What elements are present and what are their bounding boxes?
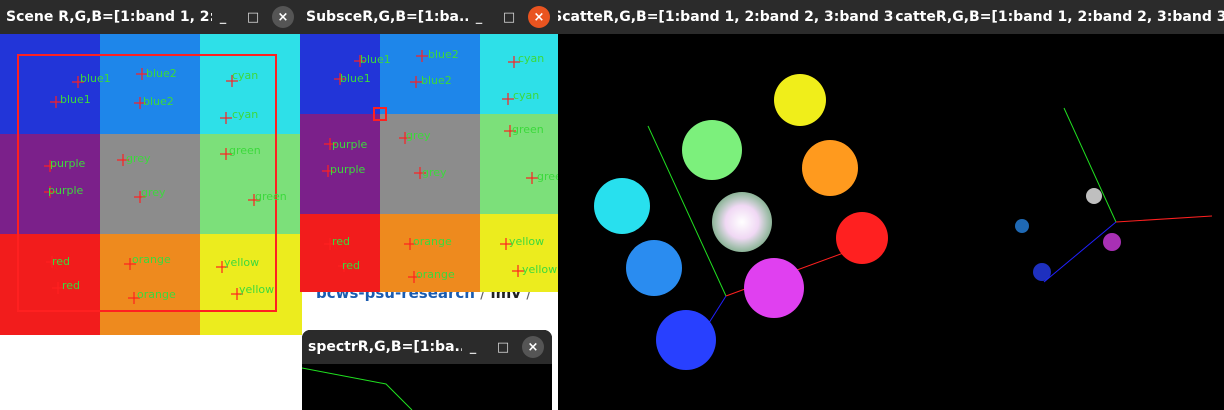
minimize-button[interactable]: _ <box>212 6 234 28</box>
axis-blue <box>1043 221 1117 283</box>
class-label: red <box>332 235 350 248</box>
class-label: orange <box>416 268 455 281</box>
class-label: red <box>52 255 70 268</box>
subscene-titlebar[interactable]: SubsceR,G,B=[1:ba... _ □ × <box>300 0 558 34</box>
class-label: blue1 <box>340 72 371 85</box>
cluster-red <box>836 212 888 264</box>
scatter1-window-title: ScatteR,G,B=[1:band 1, 2:band 2, 3:band … <box>558 9 894 25</box>
cluster-blue1 <box>656 310 716 370</box>
spectrum-titlebar[interactable]: spectrR,G,B=[1:ba... _ □ × <box>302 330 552 364</box>
spectrum-window-title: spectrR,G,B=[1:ba... <box>308 339 462 355</box>
background-page: bcws-psu-research / imv / <box>300 284 556 330</box>
maximize-button[interactable]: □ <box>498 6 520 28</box>
cluster-orange <box>802 140 858 196</box>
class-label: cyan <box>232 108 258 121</box>
class-label: blue2 <box>146 67 177 80</box>
close-button[interactable]: × <box>272 6 294 28</box>
scatter-plot-2[interactable] <box>894 34 1224 410</box>
class-label: orange <box>132 253 171 266</box>
subscene-image[interactable]: blue1 blue2 blue1 blue2 cyan cyan purple grey gr… <box>300 34 558 292</box>
class-label: yellow <box>522 263 557 276</box>
class-label: grey <box>141 186 166 199</box>
class-label: green <box>512 123 544 136</box>
maximize-button[interactable]: □ <box>492 336 514 358</box>
class-label: purple <box>332 138 368 151</box>
cluster-purple <box>1103 233 1121 251</box>
scatter1-titlebar[interactable]: ScatteR,G,B=[1:band 1, 2:band 2, 3:band … <box>558 0 894 34</box>
patch-grey <box>100 134 200 234</box>
class-label: orange <box>413 235 452 248</box>
class-label: yellow <box>224 256 259 269</box>
subscene-window-title: SubsceR,G,B=[1:ba... <box>306 9 468 25</box>
scatter2-window-title: ScatteR,G,B=[1:band 1, 2:band 2, 3:band … <box>894 9 1224 25</box>
class-label: green <box>229 144 261 157</box>
patch-blue2 <box>100 34 200 134</box>
subscene-window: SubsceR,G,B=[1:ba... _ □ × blue1 blue2 blu… <box>300 0 558 292</box>
class-label: grey <box>406 129 431 142</box>
class-label: red <box>342 259 360 272</box>
patch-red <box>300 214 380 292</box>
cluster-cyan <box>594 178 650 234</box>
class-label: cyan <box>518 52 544 65</box>
class-label: cyan <box>232 69 258 82</box>
class-label: yellow <box>239 283 274 296</box>
cluster-grey <box>712 192 772 252</box>
scene-window: Scene R,G,B=[1:band 1, 2:... _ □ × blue1… <box>0 0 302 335</box>
maximize-button[interactable]: □ <box>242 6 264 28</box>
cluster-blue2 <box>626 240 682 296</box>
minimize-button[interactable]: _ <box>468 6 490 28</box>
cluster-grey <box>1086 188 1102 204</box>
class-label: green <box>255 190 287 203</box>
scene-window-title: Scene R,G,B=[1:band 1, 2:... <box>6 9 212 25</box>
class-label: cyan <box>513 89 539 102</box>
axis-red <box>1115 215 1213 223</box>
scene-titlebar[interactable]: Scene R,G,B=[1:band 1, 2:... _ □ × <box>0 0 302 34</box>
patch-cyan <box>480 34 558 114</box>
class-label: purple <box>50 157 86 170</box>
spectrum-window: spectrR,G,B=[1:ba... _ □ × <box>302 330 552 410</box>
close-button[interactable]: × <box>522 336 544 358</box>
patch-yellow <box>480 214 558 292</box>
class-label: orange <box>137 288 176 301</box>
class-label: blue1 <box>80 72 111 85</box>
class-label: blue1 <box>60 93 91 106</box>
class-label: purple <box>330 163 366 176</box>
class-label: yellow <box>509 235 544 248</box>
class-label: blue2 <box>143 95 174 108</box>
scatter-plot-1[interactable] <box>558 34 894 410</box>
class-label: blue1 <box>360 53 391 66</box>
cluster-blue1 <box>1033 263 1051 281</box>
class-label: blue2 <box>421 74 452 87</box>
patch-red <box>0 234 100 335</box>
class-label: purple <box>48 184 84 197</box>
axis-green <box>1063 107 1117 223</box>
class-label: green <box>537 170 558 183</box>
class-label: grey <box>422 166 447 179</box>
class-label: red <box>62 279 80 292</box>
scatter2-titlebar[interactable]: ScatteR,G,B=[1:band 1, 2:band 2, 3:band … <box>894 0 1224 34</box>
scatter-window-1: ScatteR,G,B=[1:band 1, 2:band 2, 3:band … <box>558 0 894 410</box>
class-label: grey <box>126 152 151 165</box>
spectrum-line <box>302 367 413 410</box>
minimize-button[interactable]: _ <box>462 336 484 358</box>
scatter-window-2: ScatteR,G,B=[1:band 1, 2:band 2, 3:band … <box>894 0 1224 410</box>
scene-image[interactable]: blue1 blue2 blue1 blue2 cyan cyan purple grey gr… <box>0 34 302 335</box>
cluster-yellow <box>774 74 826 126</box>
cluster-blue2 <box>1015 219 1029 233</box>
patch-orange <box>100 234 200 335</box>
class-label: blue2 <box>428 48 459 61</box>
cluster-green <box>682 120 742 180</box>
cluster-purple <box>744 258 804 318</box>
close-button[interactable]: × <box>528 6 550 28</box>
spectrum-plot[interactable] <box>302 364 552 410</box>
